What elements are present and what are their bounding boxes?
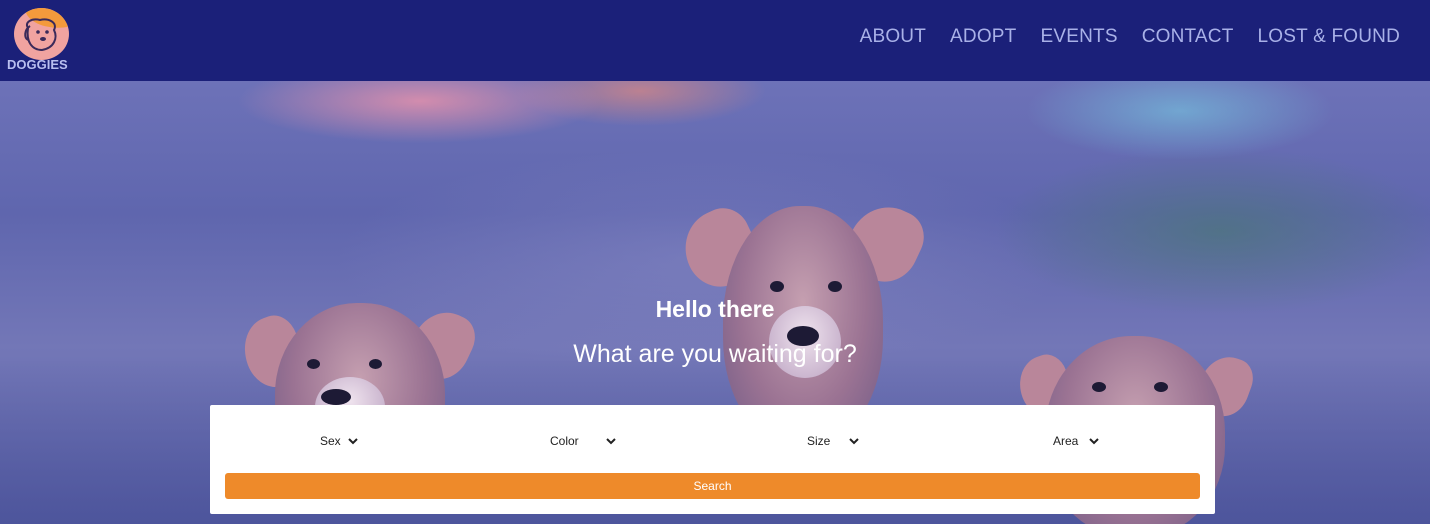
dog-face-icon — [14, 8, 69, 60]
chevron-down-icon — [849, 438, 860, 445]
search-filter-panel: Sex Color Size Area Search — [210, 405, 1215, 514]
main-nav: ABOUT ADOPT EVENTS CONTACT LOST & FOUND — [860, 26, 1400, 48]
size-select[interactable]: Size — [807, 431, 860, 451]
area-select-label: Area — [1053, 434, 1079, 448]
nav-about[interactable]: ABOUT — [860, 26, 926, 48]
brand-logo[interactable]: DOGGIES — [6, 6, 74, 72]
color-select-label: Color — [550, 434, 579, 448]
nav-events[interactable]: EVENTS — [1040, 26, 1117, 48]
search-button[interactable]: Search — [225, 473, 1200, 499]
nav-lost-and-found[interactable]: LOST & FOUND — [1258, 26, 1400, 48]
sex-select[interactable]: Sex — [320, 431, 359, 451]
nav-contact[interactable]: CONTACT — [1142, 26, 1234, 48]
chevron-down-icon — [1089, 438, 1100, 445]
area-select[interactable]: Area — [1053, 431, 1100, 451]
top-navigation-bar: DOGGIES ABOUT ADOPT EVENTS CONTACT LOST … — [0, 0, 1430, 81]
hero-greeting: Hello there — [655, 296, 775, 322]
brand-name: DOGGIES — [7, 57, 68, 72]
color-select[interactable]: Color — [550, 431, 617, 451]
chevron-down-icon — [605, 438, 616, 445]
chevron-down-icon — [347, 438, 358, 445]
hero-tagline: What are you waiting for? — [573, 340, 857, 368]
sex-select-label: Sex — [320, 434, 341, 448]
nav-adopt[interactable]: ADOPT — [950, 26, 1016, 48]
size-select-label: Size — [807, 434, 831, 448]
